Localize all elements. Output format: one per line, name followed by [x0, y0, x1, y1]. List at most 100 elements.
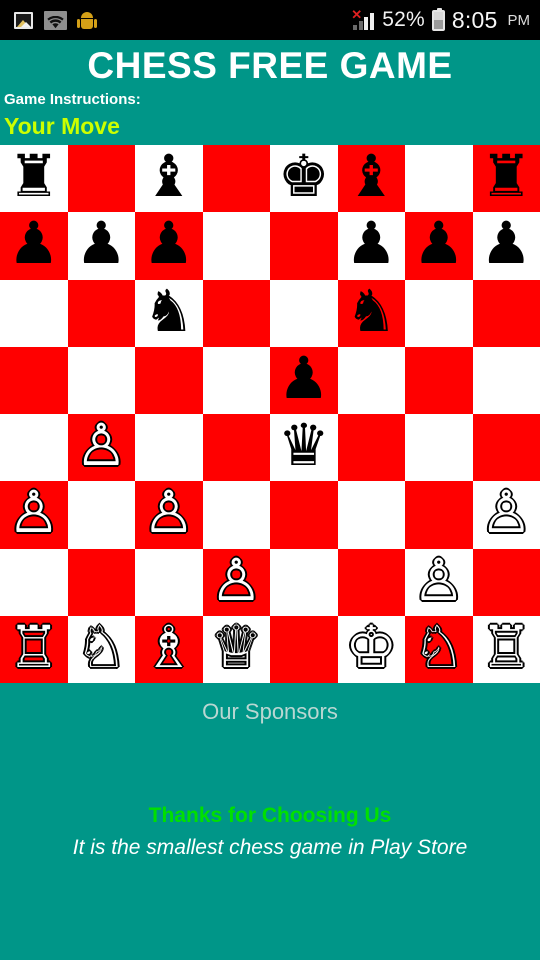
board-square-d5[interactable]	[202, 346, 270, 414]
board-square-f5[interactable]	[337, 346, 405, 414]
game-instructions-label: Game Instructions:	[4, 91, 141, 108]
board-square-h2[interactable]	[472, 548, 540, 616]
white-king-f1[interactable]: ♔	[345, 618, 397, 677]
black-pawn-e5[interactable]: ♟	[278, 349, 330, 408]
board-square-g3[interactable]	[405, 481, 473, 549]
footer-subline: It is the smallest chess game in Play St…	[72, 836, 468, 859]
board-square-a3[interactable]: ♙	[0, 481, 68, 549]
board-square-d1[interactable]: ♕	[202, 615, 270, 683]
board-square-h7[interactable]: ♟	[472, 212, 540, 280]
black-pawn-g7[interactable]: ♟	[413, 215, 465, 273]
board-square-g2[interactable]: ♙	[405, 548, 473, 616]
page-title: CHESS FREE GAME	[87, 45, 453, 86]
board-square-g7[interactable]: ♟	[405, 212, 473, 280]
board-square-h4[interactable]	[472, 414, 540, 482]
board-square-a6[interactable]	[0, 279, 68, 347]
board-square-h5[interactable]	[472, 346, 540, 414]
board-square-c2[interactable]	[135, 548, 203, 616]
black-bishop-c8[interactable]: ♝	[143, 148, 195, 206]
board-square-g8[interactable]	[405, 145, 473, 213]
board-square-d2[interactable]: ♙	[202, 548, 270, 616]
board-square-b5[interactable]	[67, 346, 135, 414]
black-bishop-f8[interactable]: ♝	[345, 148, 397, 206]
board-square-e6[interactable]	[270, 279, 338, 347]
black-rook-a8[interactable]: ♜	[8, 148, 60, 206]
board-square-b7[interactable]: ♟	[67, 212, 135, 280]
board-square-e8[interactable]: ♚	[270, 145, 338, 213]
sponsors-banner[interactable]: Our Sponsors	[0, 683, 540, 793]
board-square-e3[interactable]	[270, 481, 338, 549]
black-knight-c6[interactable]: ♞	[143, 282, 195, 341]
clock-time: 8:05	[451, 6, 498, 33]
black-pawn-f7[interactable]: ♟	[345, 215, 397, 273]
board-square-b3[interactable]	[67, 481, 135, 549]
board-square-h3[interactable]: ♙	[472, 481, 540, 549]
board-square-f4[interactable]	[337, 414, 405, 482]
board-square-f1[interactable]: ♔	[337, 615, 405, 683]
board-square-c6[interactable]: ♞	[135, 279, 203, 347]
board-square-c7[interactable]: ♟	[135, 212, 203, 280]
board-square-f6[interactable]: ♞	[337, 279, 405, 347]
board-square-f3[interactable]	[337, 481, 405, 549]
white-pawn-c3[interactable]: ♙	[143, 484, 195, 542]
board-square-d8[interactable]	[202, 145, 270, 213]
board-square-a8[interactable]: ♜	[0, 145, 68, 213]
white-pawn-b4[interactable]: ♙	[75, 417, 127, 475]
board-square-c8[interactable]: ♝	[135, 145, 203, 213]
board-square-b6[interactable]	[67, 279, 135, 347]
board-square-e5[interactable]: ♟	[270, 346, 338, 414]
board-square-a2[interactable]	[0, 548, 68, 616]
black-pawn-a7[interactable]: ♟	[8, 215, 60, 273]
board-square-a7[interactable]: ♟	[0, 212, 68, 280]
board-square-f2[interactable]	[337, 548, 405, 616]
black-queen-e4[interactable]: ♛	[278, 417, 330, 475]
wifi-icon	[44, 10, 67, 30]
white-pawn-g2[interactable]: ♙	[413, 551, 465, 610]
board-square-e4[interactable]: ♛	[270, 414, 338, 482]
board-square-d3[interactable]	[202, 481, 270, 549]
white-pawn-h3[interactable]: ♙	[480, 484, 532, 542]
black-pawn-c7[interactable]: ♟	[143, 215, 195, 273]
board-square-d6[interactable]	[202, 279, 270, 347]
black-pawn-b7[interactable]: ♟	[75, 215, 127, 273]
board-square-f8[interactable]: ♝	[337, 145, 405, 213]
board-square-a1[interactable]: ♖	[0, 615, 68, 683]
black-rook-h8[interactable]: ♜	[480, 148, 532, 206]
board-square-c5[interactable]	[135, 346, 203, 414]
white-rook-a1[interactable]: ♖	[8, 618, 60, 677]
board-square-b8[interactable]	[67, 145, 135, 213]
board-square-g4[interactable]	[405, 414, 473, 482]
black-knight-f6[interactable]: ♞	[345, 282, 397, 341]
board-square-h1[interactable]: ♖	[472, 615, 540, 683]
board-square-a4[interactable]	[0, 414, 68, 482]
white-queen-d1[interactable]: ♕	[210, 618, 262, 677]
board-square-h8[interactable]: ♜	[472, 145, 540, 213]
white-pawn-d2[interactable]: ♙	[210, 551, 262, 610]
board-square-d4[interactable]	[202, 414, 270, 482]
chess-board[interactable]: ♜ ♝ ♚ ♝ ♜ ♟ ♟ ♟ ♟ ♟ ♟ ♞ ♞ ♟ ♙ ♛ ♙ ♙ ♙ ♙ ♙ ♖ ♘ ♗ ♕ ♔ ♘ ♖	[0, 145, 540, 683]
black-pawn-h7[interactable]: ♟	[480, 215, 532, 273]
board-square-b4[interactable]: ♙	[67, 414, 135, 482]
board-square-b2[interactable]	[67, 548, 135, 616]
android-status-bar: ✕ 52% 8:05 PM	[0, 0, 540, 40]
white-bishop-c1[interactable]: ♗	[143, 618, 195, 677]
board-square-c4[interactable]	[135, 414, 203, 482]
white-rook-h1[interactable]: ♖	[480, 618, 532, 677]
board-square-f7[interactable]: ♟	[337, 212, 405, 280]
board-square-c3[interactable]: ♙	[135, 481, 203, 549]
board-square-g5[interactable]	[405, 346, 473, 414]
board-square-e1[interactable]	[270, 615, 338, 683]
board-square-b1[interactable]: ♘	[67, 615, 135, 683]
board-square-h6[interactable]	[472, 279, 540, 347]
board-square-e2[interactable]	[270, 548, 338, 616]
board-square-c1[interactable]: ♗	[135, 615, 203, 683]
board-square-g6[interactable]	[405, 279, 473, 347]
white-knight-b1[interactable]: ♘	[75, 618, 127, 677]
board-square-g1[interactable]: ♘	[405, 615, 473, 683]
black-king-e8[interactable]: ♚	[278, 148, 330, 206]
white-pawn-a3[interactable]: ♙	[8, 484, 60, 542]
white-knight-g1[interactable]: ♘	[413, 618, 465, 677]
board-square-a5[interactable]	[0, 346, 68, 414]
board-square-e7[interactable]	[270, 212, 338, 280]
board-square-d7[interactable]	[202, 212, 270, 280]
